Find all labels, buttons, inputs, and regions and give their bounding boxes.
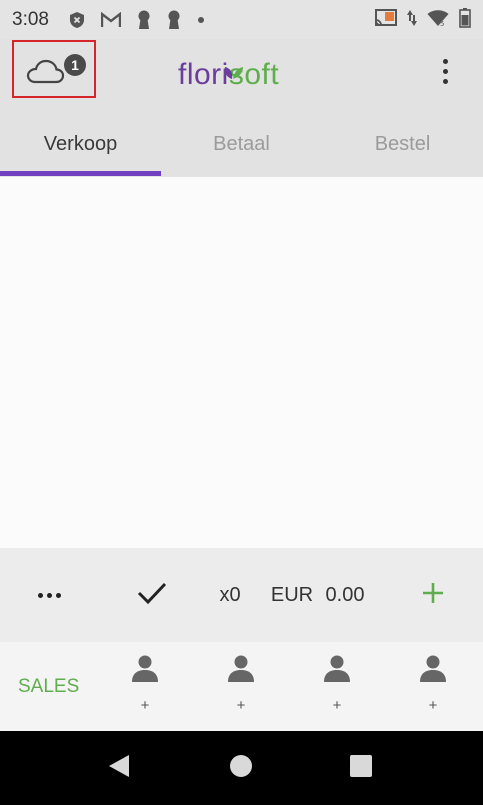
home-circle-icon [229,754,253,783]
status-time: 3:08 [12,9,49,30]
system-nav-bar [0,731,483,805]
customer-slot-1[interactable]: + [125,654,165,716]
app-bar: 1 florisoft Verkoop Betaal Bestel [0,40,483,177]
shield-x-icon [69,11,85,29]
data-arrows-icon [407,9,417,32]
overflow-menu-button[interactable] [432,54,458,88]
menu-dot [442,68,448,74]
wifi-icon: 5 [427,9,449,32]
tab-bar: Verkoop Betaal Bestel [0,112,483,176]
dot-icon [197,16,205,24]
add-customer-label: + [140,697,150,714]
keyhole-icon [137,10,151,30]
home-button[interactable] [226,753,256,783]
customer-bar: SALES + + + + [0,642,483,731]
back-triangle-icon [107,753,131,784]
quantity-label: x0 [219,583,241,606]
leaf-icon [222,54,244,88]
battery-icon [459,7,471,33]
cloud-icon [26,48,65,91]
cloud-sync-button[interactable]: 1 [12,40,96,98]
total-amount: 0.00 [325,583,365,606]
menu-dot [442,58,448,64]
recents-button[interactable] [346,753,376,783]
back-button[interactable] [104,753,134,783]
florisoft-logo: florisoft [178,58,279,92]
add-customer-label: + [428,697,438,714]
person-icon [227,654,255,687]
tab-betaal[interactable]: Betaal [161,112,322,176]
customer-slot-2[interactable]: + [221,654,261,716]
sync-count-badge: 1 [64,54,86,76]
person-icon [323,654,351,687]
order-list-area[interactable] [0,177,483,548]
tab-verkoop[interactable]: Verkoop [0,112,161,176]
confirm-button[interactable] [134,548,170,642]
add-item-button[interactable] [416,548,450,642]
keyhole-icon [167,10,181,30]
sales-button[interactable]: SALES [18,642,79,731]
gmail-icon [100,12,121,28]
order-summary-bar: x0 EUR 0.00 [0,548,483,642]
customer-slot-3[interactable]: + [317,654,357,716]
add-customer-label: + [332,697,342,714]
currency-label: EUR [270,583,314,606]
status-bar: 3:08 5 [0,0,483,40]
customer-slot-4[interactable]: + [413,654,453,716]
person-icon [131,654,159,687]
menu-dot [442,78,448,84]
recents-square-icon [350,754,372,782]
dot [37,592,43,598]
more-options-button[interactable] [32,548,66,642]
dot [46,592,52,598]
plus-icon [421,581,445,610]
person-icon [419,654,447,687]
add-customer-label: + [236,697,246,714]
tab-bestel[interactable]: Bestel [322,112,483,176]
checkmark-icon [137,581,167,610]
cast-icon [375,8,397,32]
dot [55,592,61,598]
svg-text:5: 5 [440,20,444,27]
